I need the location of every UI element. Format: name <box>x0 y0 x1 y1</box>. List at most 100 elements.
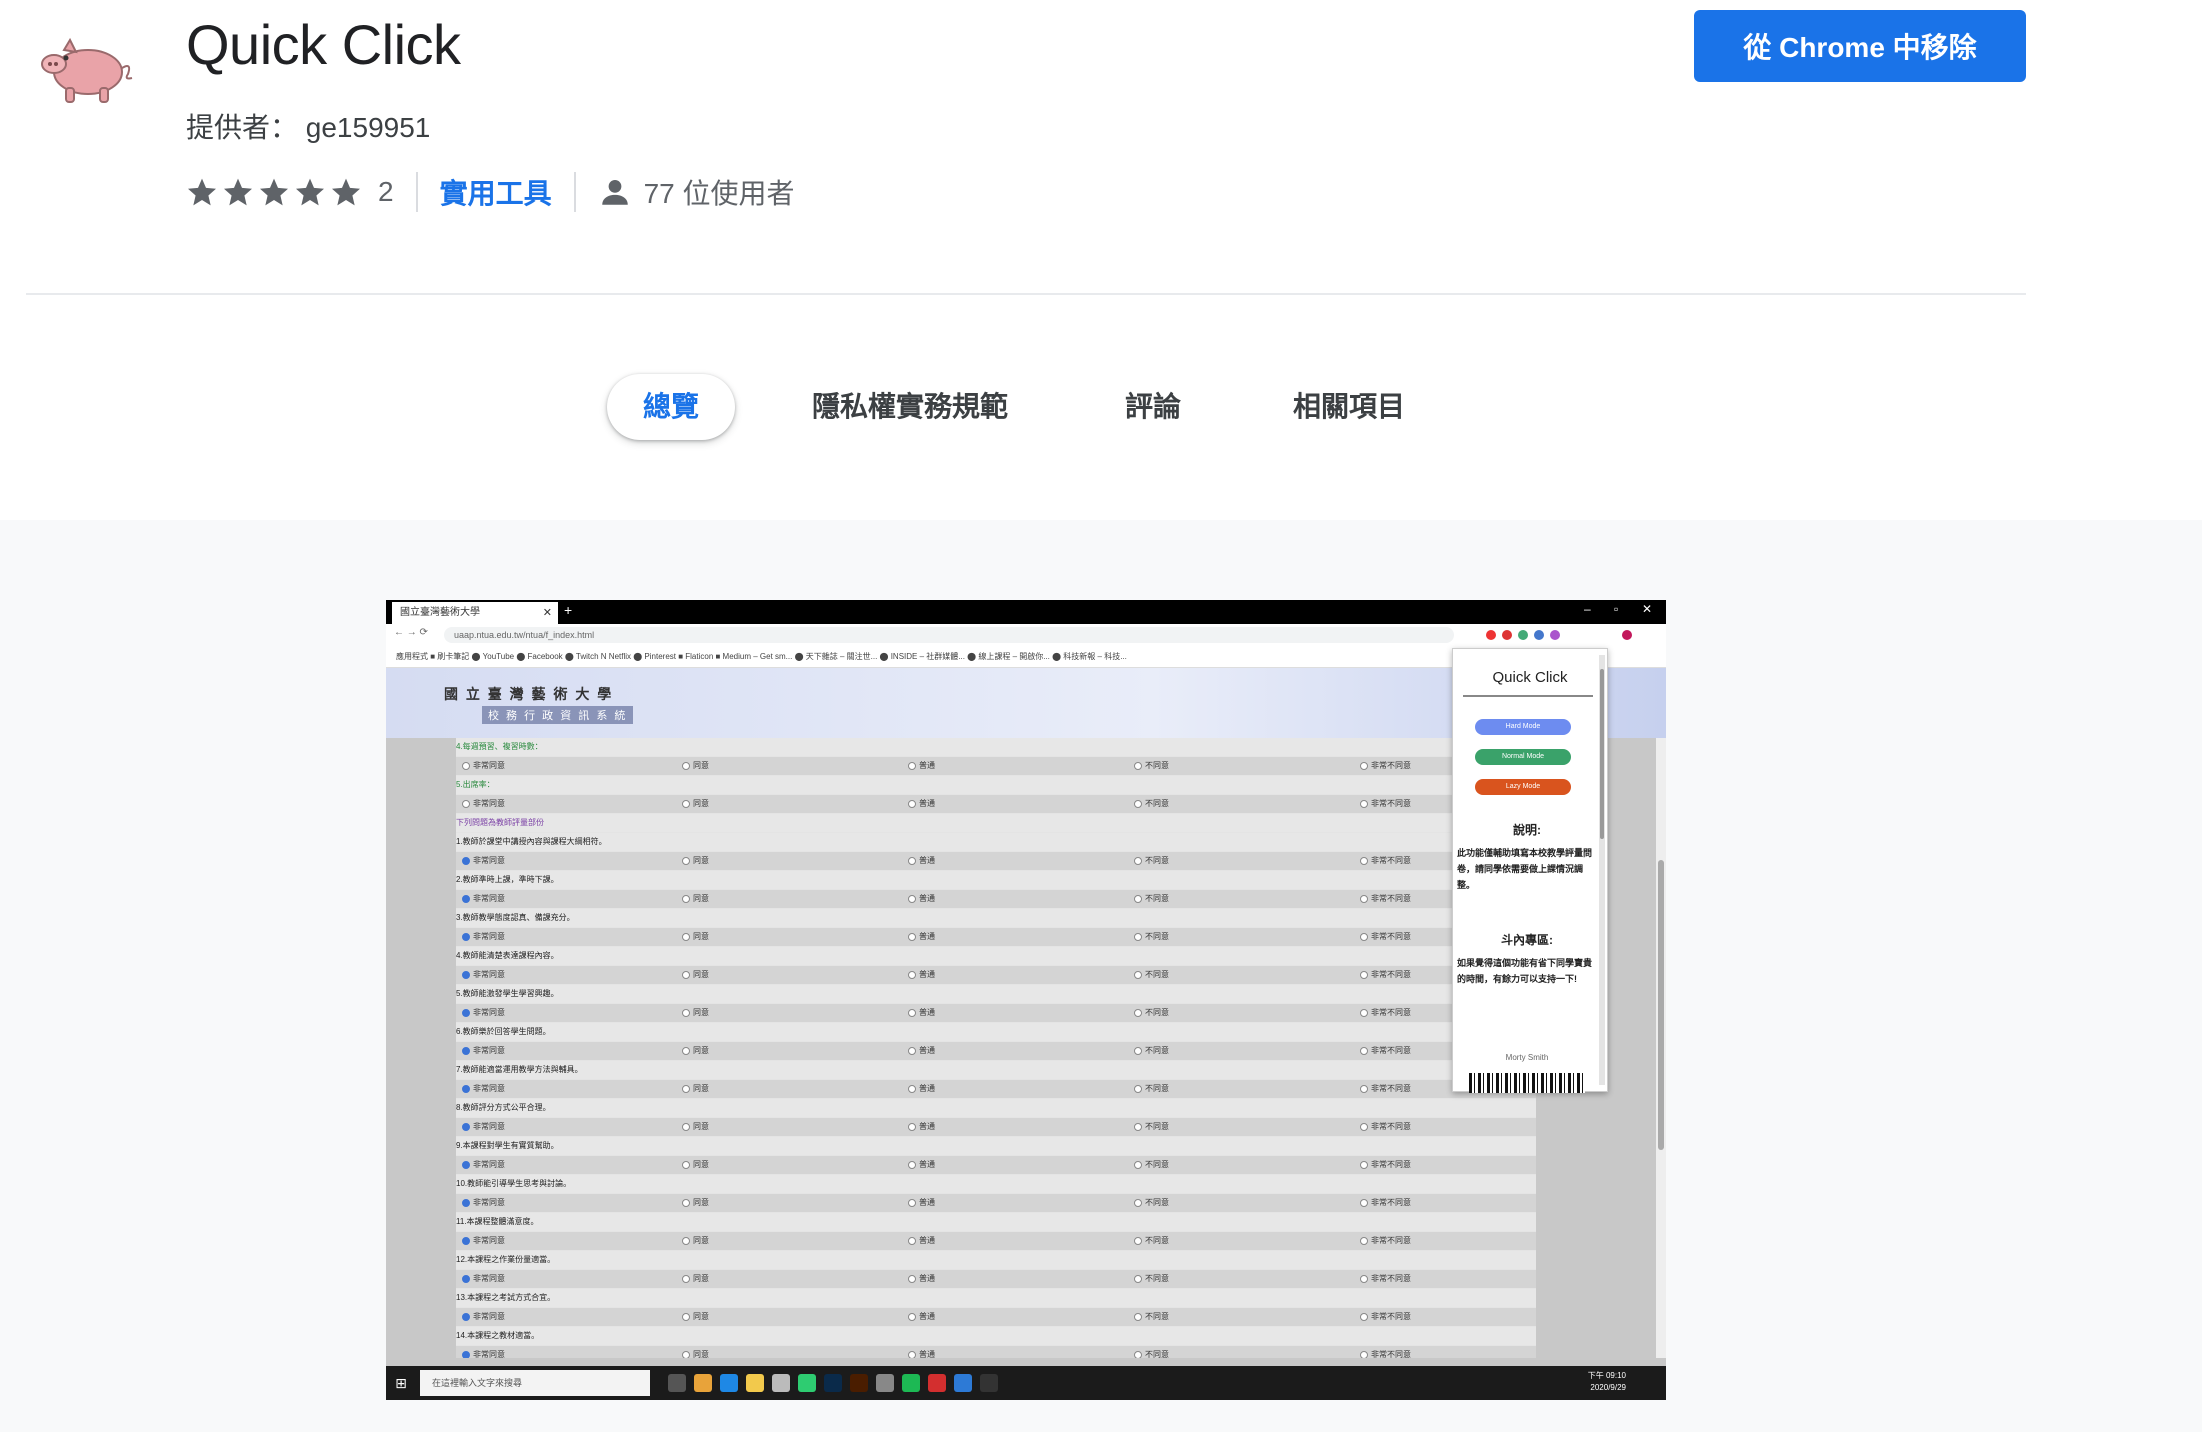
survey-option: 不同意 <box>1134 757 1169 775</box>
survey-option-label: 普通 <box>919 1084 935 1093</box>
survey-option: 不同意 <box>1134 890 1169 908</box>
survey-option-label: 非常不同意 <box>1371 1274 1411 1283</box>
tab-related[interactable]: 相關項目 <box>1293 374 1405 440</box>
vscode-icon <box>954 1374 972 1392</box>
extension-screenshot[interactable]: 國立臺灣藝術大學 ✕ + – ▫ ✕ ← → ⟳ uaap.ntua.edu.t… <box>386 600 1666 1400</box>
survey-option: 不同意 <box>1134 928 1169 946</box>
windows-taskbar: ⊞ 在這裡輸入文字來搜尋 下午 09:10 2020/9/29 <box>386 1366 1666 1400</box>
browser-tab-title: 國立臺灣藝術大學 <box>400 607 480 618</box>
radio-icon <box>682 932 690 941</box>
survey-option-label: 不同意 <box>1145 1312 1169 1321</box>
radio-icon <box>1134 1046 1142 1055</box>
tab-overview[interactable]: 總覽 <box>607 374 736 440</box>
browser-titlebar: 國立臺灣藝術大學 ✕ + – ▫ ✕ <box>386 600 1666 624</box>
survey-option: 非常同意 <box>462 1346 505 1358</box>
rating-count[interactable]: 2 <box>378 176 394 208</box>
extension-icon <box>1486 630 1496 640</box>
survey-option-label: 非常不同意 <box>1371 1008 1411 1017</box>
clock-time: 下午 09:10 <box>1587 1371 1626 1380</box>
survey-question: 4.每週預習、複習時數： <box>456 738 1536 757</box>
radio-icon <box>1360 894 1368 903</box>
survey-option-label: 同意 <box>693 894 709 903</box>
radio-icon <box>908 970 916 979</box>
survey-option-label: 普通 <box>919 1312 935 1321</box>
survey-option-label: 不同意 <box>1145 1198 1169 1207</box>
survey-option: 普通 <box>908 1080 935 1098</box>
tab-reviews[interactable]: 評論 <box>1125 374 1181 440</box>
radio-icon <box>1360 856 1368 865</box>
radio-icon <box>682 761 690 770</box>
star-icon <box>224 178 252 206</box>
survey-answer-row: 非常同意 同意 普通 不同意 非常不同意 <box>456 1156 1536 1175</box>
survey-option-label: 非常不同意 <box>1371 1236 1411 1245</box>
radio-icon <box>1360 1350 1368 1358</box>
radio-icon <box>462 1274 470 1283</box>
survey-option-label: 不同意 <box>1145 799 1169 808</box>
survey-option-label: 不同意 <box>1145 761 1169 770</box>
survey-answer-row: 非常同意 同意 普通 不同意 非常不同意 <box>456 757 1536 776</box>
survey-option-label: 普通 <box>919 761 935 770</box>
survey-option-label: 同意 <box>693 1236 709 1245</box>
star-icon <box>188 178 216 206</box>
hard-mode-button: Hard Mode <box>1475 719 1571 735</box>
radio-icon <box>908 856 916 865</box>
chrome-icon <box>694 1374 712 1392</box>
remove-from-chrome-button[interactable]: 從 Chrome 中移除 <box>1694 10 2026 82</box>
survey-option: 非常不同意 <box>1360 1232 1411 1250</box>
extension-icon <box>1502 630 1512 640</box>
radio-icon <box>682 970 690 979</box>
survey-answer-row: 非常同意 同意 普通 不同意 非常不同意 <box>456 1042 1536 1061</box>
radio-icon <box>1360 799 1368 808</box>
survey-option: 不同意 <box>1134 1080 1169 1098</box>
survey-option: 不同意 <box>1134 1042 1169 1060</box>
survey-option-label: 不同意 <box>1145 1274 1169 1283</box>
survey-question: 12.本課程之作業份量適當。 <box>456 1251 1536 1270</box>
survey-option: 非常不同意 <box>1360 852 1411 870</box>
survey-option: 不同意 <box>1134 1346 1169 1358</box>
pig-logo-icon <box>41 37 133 103</box>
category-link[interactable]: 實用工具 <box>440 172 552 212</box>
survey-option: 同意 <box>682 1346 709 1358</box>
survey-question: 11.本課程整體滿意度。 <box>456 1213 1536 1232</box>
qr-code-image <box>1469 1073 1585 1093</box>
survey-option: 同意 <box>682 1308 709 1326</box>
popup-scrollbar-thumb <box>1600 669 1604 839</box>
survey-option: 非常不同意 <box>1360 966 1411 984</box>
survey-answer-row: 非常同意 同意 普通 不同意 非常不同意 <box>456 1194 1536 1213</box>
survey-option: 非常同意 <box>462 1080 505 1098</box>
nav-arrows-icon: ← → ⟳ <box>394 627 428 638</box>
survey-option: 普通 <box>908 757 935 775</box>
survey-option-label: 普通 <box>919 1046 935 1055</box>
radio-icon <box>682 1122 690 1131</box>
tab-privacy[interactable]: 隱私權實務規範 <box>812 374 1008 440</box>
survey-option-label: 同意 <box>693 856 709 865</box>
survey-option-label: 同意 <box>693 799 709 808</box>
survey-answer-row: 非常同意 同意 普通 不同意 非常不同意 <box>456 890 1536 909</box>
survey-option: 同意 <box>682 1194 709 1212</box>
offered-by: 提供者： ge159951 <box>186 112 431 143</box>
survey-option-label: 同意 <box>693 1046 709 1055</box>
screenshot-gallery: 國立臺灣藝術大學 ✕ + – ▫ ✕ ← → ⟳ uaap.ntua.edu.t… <box>0 520 2202 1432</box>
radio-icon <box>462 856 470 865</box>
radio-icon <box>682 856 690 865</box>
radio-icon <box>1134 970 1142 979</box>
survey-question: 7.教師能適當運用教學方法與輔具。 <box>456 1061 1536 1080</box>
radio-icon <box>908 1122 916 1131</box>
survey-option-label: 非常不同意 <box>1371 1084 1411 1093</box>
survey-question: 5.出席率： <box>456 776 1536 795</box>
radio-icon <box>1134 1084 1142 1093</box>
radio-icon <box>1360 932 1368 941</box>
survey-option: 同意 <box>682 928 709 946</box>
survey-option-label: 非常不同意 <box>1371 799 1411 808</box>
star-icon <box>332 178 360 206</box>
survey-option-label: 普通 <box>919 1008 935 1017</box>
rating-stars[interactable]: 2 <box>186 176 394 208</box>
survey-option-label: 同意 <box>693 1198 709 1207</box>
survey-option: 非常同意 <box>462 1270 505 1288</box>
survey-option-label: 非常不同意 <box>1371 1122 1411 1131</box>
survey-question: 5.教師能激發學生學習興趣。 <box>456 985 1536 1004</box>
radio-icon <box>462 1008 470 1017</box>
survey-answer-row: 非常同意 同意 普通 不同意 非常不同意 <box>456 795 1536 814</box>
radio-icon <box>1360 1160 1368 1169</box>
star-icon <box>260 178 288 206</box>
